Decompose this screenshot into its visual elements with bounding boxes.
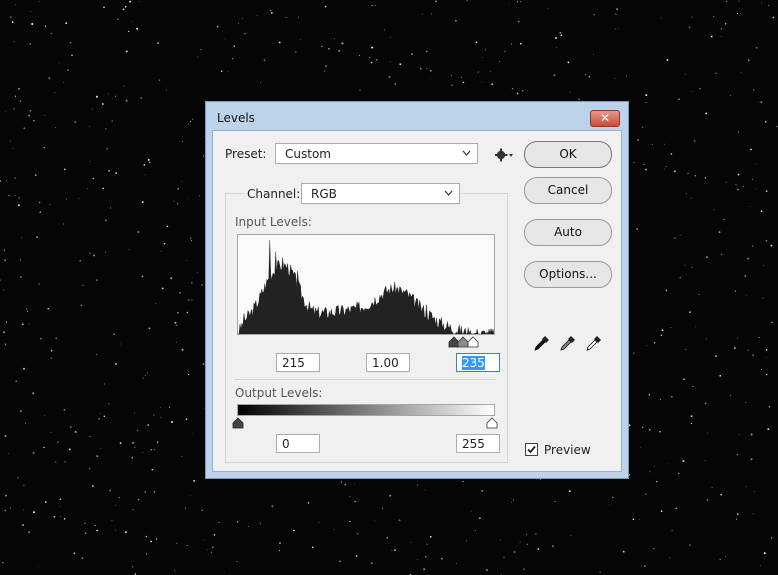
channel-select[interactable]: RGB (301, 183, 460, 204)
preview-checkbox[interactable] (525, 443, 538, 456)
preset-label: Preset: (225, 147, 267, 161)
separator (235, 379, 496, 380)
input-white-value: 235 (462, 356, 485, 370)
white-eyedropper-icon[interactable] (585, 334, 603, 352)
auto-button[interactable]: Auto (524, 219, 612, 246)
checkmark-icon (527, 445, 536, 454)
input-levels-label: Input Levels: (235, 215, 312, 229)
output-white-slider[interactable] (486, 417, 498, 429)
close-button[interactable]: ✕ (590, 110, 620, 127)
chevron-down-icon (444, 190, 453, 196)
output-gradient-bar (237, 404, 495, 416)
histogram (237, 234, 495, 335)
input-white-slider[interactable] (467, 336, 479, 348)
gray-eyedropper-icon[interactable] (559, 334, 577, 352)
preset-select[interactable]: Custom (275, 143, 478, 164)
input-black-field[interactable]: 215 (276, 353, 320, 372)
options-button[interactable]: Options... (524, 261, 612, 288)
chevron-down-icon (462, 150, 471, 156)
output-black-slider[interactable] (232, 417, 244, 429)
dialog-title: Levels (217, 111, 255, 125)
output-levels-label: Output Levels: (235, 386, 323, 400)
input-gamma-field[interactable]: 1.00 (366, 353, 410, 372)
levels-dialog: Levels ✕ Preset: Custom Channel: RGB Inp… (205, 101, 629, 479)
input-white-field[interactable]: 235 (456, 353, 500, 372)
input-black-slider[interactable] (448, 336, 460, 348)
ok-button[interactable]: OK (524, 141, 612, 168)
dialog-body: Preset: Custom Channel: RGB Input Levels… (212, 130, 622, 472)
histogram-graph (238, 239, 494, 334)
input-slider-track (448, 336, 479, 348)
black-eyedropper-icon[interactable] (533, 334, 551, 352)
output-slider-track (232, 417, 498, 429)
channel-value: RGB (311, 187, 337, 201)
output-black-field[interactable]: 0 (276, 434, 320, 453)
channel-label: Channel: (244, 187, 304, 201)
gear-icon[interactable] (495, 148, 515, 162)
output-white-field[interactable]: 255 (456, 434, 500, 453)
cancel-button[interactable]: Cancel (524, 177, 612, 204)
preset-value: Custom (285, 147, 331, 161)
title-bar[interactable]: Levels ✕ (206, 102, 628, 130)
preview-label: Preview (544, 443, 591, 457)
input-gamma-slider[interactable] (457, 336, 469, 348)
